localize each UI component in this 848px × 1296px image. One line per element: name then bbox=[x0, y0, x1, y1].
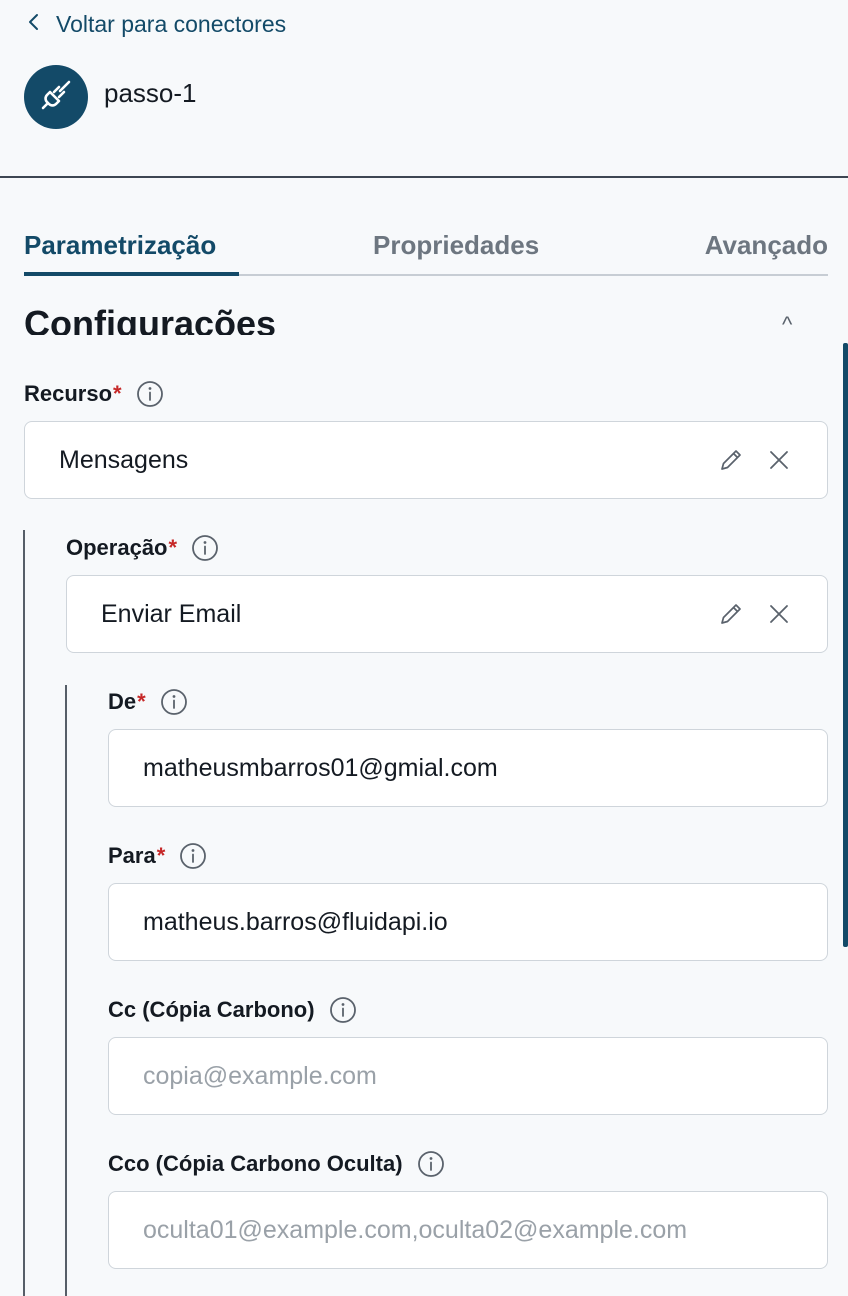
back-link-label: Voltar para conectores bbox=[56, 10, 287, 37]
clear-x-icon[interactable] bbox=[765, 600, 793, 628]
cc-input[interactable]: copia@example.com bbox=[108, 1037, 828, 1115]
plug-icon bbox=[38, 77, 74, 118]
recurso-label: Recurso * bbox=[24, 379, 164, 409]
recurso-label-text: Recurso bbox=[24, 381, 113, 406]
info-icon[interactable] bbox=[329, 996, 357, 1024]
header-divider bbox=[0, 176, 848, 178]
de-input[interactable]: matheusmbarros01@gmial.com bbox=[108, 729, 828, 807]
cco-label: Cco (Cópia Carbono Oculta) bbox=[108, 1149, 445, 1179]
tab-propriedades[interactable]: Propriedades bbox=[373, 230, 539, 261]
clear-x-icon[interactable] bbox=[765, 446, 793, 474]
de-label-text: De bbox=[108, 689, 137, 714]
nesting-line-level-1 bbox=[23, 530, 25, 1296]
de-value: matheusmbarros01@gmial.com bbox=[143, 753, 498, 782]
para-label: Para * bbox=[108, 841, 207, 871]
tab-avancado[interactable]: Avançado bbox=[705, 230, 828, 261]
operacao-label-text: Operação bbox=[66, 535, 168, 560]
cc-label-text: Cc (Cópia Carbono) bbox=[108, 997, 315, 1022]
connector-title: passo-1 bbox=[104, 78, 197, 108]
recurso-value: Mensagens bbox=[59, 445, 189, 474]
recurso-select[interactable]: Mensagens bbox=[24, 421, 828, 499]
collapse-chevron-icon[interactable]: ^ bbox=[782, 310, 832, 330]
section-heading: Configurações bbox=[24, 303, 277, 335]
cco-label-text: Cco (Cópia Carbono Oculta) bbox=[108, 1151, 403, 1176]
info-icon[interactable] bbox=[179, 842, 207, 870]
de-label: De * bbox=[108, 687, 188, 717]
operacao-label: Operação * bbox=[66, 533, 219, 563]
cc-placeholder: copia@example.com bbox=[143, 1061, 377, 1090]
info-icon[interactable] bbox=[160, 688, 188, 716]
back-to-connectors-link[interactable]: Voltar para conectores bbox=[24, 9, 286, 39]
required-asterisk: * bbox=[168, 535, 178, 560]
active-tab-indicator bbox=[24, 272, 239, 276]
info-icon[interactable] bbox=[417, 1150, 445, 1178]
tab-parametrizacao[interactable]: Parametrização bbox=[24, 230, 216, 261]
para-label-text: Para bbox=[108, 843, 156, 868]
para-input[interactable]: matheus.barros@fluidapi.io bbox=[108, 883, 828, 961]
edit-pencil-icon[interactable] bbox=[717, 600, 745, 628]
edit-pencil-icon[interactable] bbox=[717, 446, 745, 474]
cco-input[interactable]: oculta01@example.com,oculta02@example.co… bbox=[108, 1191, 828, 1269]
required-asterisk: * bbox=[137, 689, 146, 714]
connector-avatar bbox=[24, 65, 88, 129]
operacao-value: Enviar Email bbox=[101, 599, 242, 628]
scrollbar-thumb[interactable] bbox=[843, 343, 848, 947]
tab-bar: Parametrização Propriedades Avançado bbox=[24, 220, 828, 276]
nesting-line-level-2 bbox=[65, 685, 67, 1296]
required-asterisk: * bbox=[113, 381, 122, 406]
cco-placeholder: oculta01@example.com,oculta02@example.co… bbox=[143, 1215, 688, 1244]
operacao-select[interactable]: Enviar Email bbox=[66, 575, 828, 653]
chevron-left-icon bbox=[24, 11, 44, 38]
info-icon[interactable] bbox=[136, 380, 164, 408]
cc-label: Cc (Cópia Carbono) bbox=[108, 995, 357, 1025]
required-asterisk: * bbox=[156, 843, 166, 868]
info-icon[interactable] bbox=[191, 534, 219, 562]
para-value: matheus.barros@fluidapi.io bbox=[143, 907, 448, 936]
